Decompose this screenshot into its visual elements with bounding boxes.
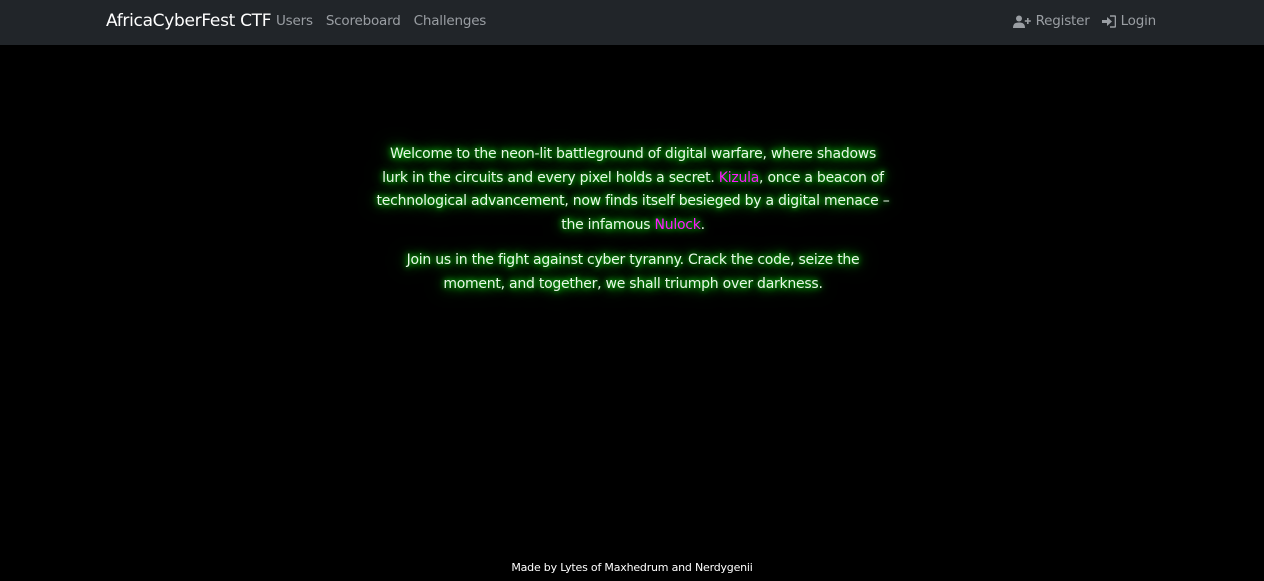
intro-paragraph: Welcome to the neon-lit battleground of … bbox=[376, 143, 890, 237]
login-link[interactable]: Login bbox=[1101, 13, 1157, 29]
nulock-highlight: Nulock bbox=[654, 216, 701, 233]
footer-credits: Made by Lytes of Maxhedrum and Nerdygeni… bbox=[511, 561, 753, 574]
intro-text-3: . bbox=[700, 216, 705, 233]
register-link[interactable]: Register bbox=[1012, 13, 1090, 29]
brand-link[interactable]: AfricaCyberFest CTF bbox=[106, 11, 272, 31]
login-label: Login bbox=[1120, 13, 1157, 29]
nav-links: Users Scoreboard Challenges bbox=[276, 13, 499, 29]
register-label: Register bbox=[1035, 13, 1090, 29]
intro-content: Welcome to the neon-lit battleground of … bbox=[376, 143, 890, 308]
user-plus-icon bbox=[1012, 15, 1031, 28]
kizula-highlight: Kizula bbox=[718, 169, 760, 186]
nav-challenges[interactable]: Challenges bbox=[414, 13, 487, 29]
top-navbar: AfricaCyberFest CTF Users Scoreboard Cha… bbox=[0, 0, 1264, 45]
nav-users[interactable]: Users bbox=[276, 13, 313, 29]
call-to-action-paragraph: Join us in the fight against cyber tyran… bbox=[406, 252, 860, 292]
sign-in-icon bbox=[1101, 14, 1116, 28]
auth-links: Register Login bbox=[1001, 13, 1156, 29]
nav-scoreboard[interactable]: Scoreboard bbox=[326, 13, 401, 29]
